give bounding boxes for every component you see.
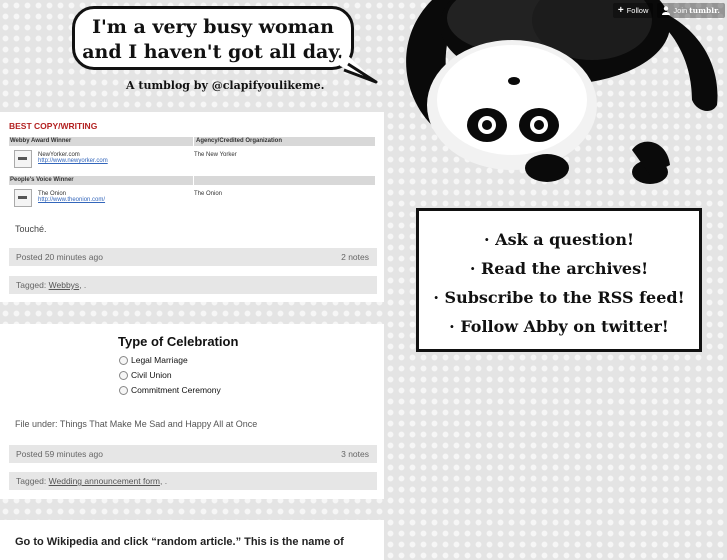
rss-feed-link[interactable]: · Subscribe to the RSS feed! <box>419 283 699 312</box>
radio-label: Legal Marriage <box>131 355 188 365</box>
follow-button[interactable]: + Follow <box>612 3 654 18</box>
post-meta-bar: Posted 59 minutes ago 3 notes <box>9 445 377 463</box>
ask-question-link[interactable]: · Ask a question! <box>419 225 699 254</box>
site-thumbnail-icon <box>14 150 32 168</box>
panda-illustration-icon <box>406 0 718 184</box>
site-url-link[interactable]: http://www.newyorker.com <box>38 158 108 164</box>
twitter-link[interactable]: · Follow Abby on twitter! <box>419 312 699 341</box>
speech-bubble-tail-icon <box>340 50 378 84</box>
tag-link[interactable]: Wedding announcement form <box>49 476 160 486</box>
table-row: The Onion http://www.theonion.com/ The O… <box>9 187 375 215</box>
tag-suffix: , . <box>159 476 168 486</box>
radio-option-civil-union[interactable]: Civil Union <box>119 370 172 380</box>
post-caption: Touché. <box>15 224 47 234</box>
site-url-link[interactable]: http://www.theonion.com/ <box>38 197 105 203</box>
column-header-winner: Webby Award Winner <box>9 137 194 146</box>
radio-option-commitment-ceremony[interactable]: Commitment Ceremony <box>119 385 221 395</box>
post-timestamp-link[interactable]: Posted 20 minutes ago <box>16 252 103 262</box>
award-table: Webby Award Winner Agency/Credited Organ… <box>9 137 375 215</box>
award-heading: BEST COPY/WRITING <box>9 121 98 131</box>
plus-icon: + <box>617 5 624 16</box>
follow-label: Follow <box>626 6 649 15</box>
user-icon <box>662 6 671 15</box>
table-header-row: Webby Award Winner Agency/Credited Organ… <box>9 137 375 146</box>
main-column: I'm a very busy woman and I haven't got … <box>0 0 384 560</box>
archives-link[interactable]: · Read the archives! <box>419 254 699 283</box>
form-title: Type of Celebration <box>118 334 239 349</box>
blog-title-line-2: and I haven't got all day. <box>82 41 344 63</box>
radio-button[interactable] <box>119 385 128 395</box>
join-tumblr-button[interactable]: Join tumblr. <box>657 3 725 18</box>
post-notes-link[interactable]: 3 notes <box>341 445 369 463</box>
blog-tagline: A tumblog by @clapifyoulikeme. <box>126 79 325 92</box>
site-organization: The Onion <box>194 191 223 197</box>
post-timestamp-link[interactable]: Posted 59 minutes ago <box>16 449 103 459</box>
post-text: Go to Wikipedia and click “random articl… <box>15 536 344 548</box>
blog-title-line-1: I'm a very busy woman <box>92 16 334 38</box>
tag-suffix: , . <box>79 280 87 290</box>
radio-button[interactable] <box>119 355 128 365</box>
tag-link[interactable]: Webbys <box>49 280 80 290</box>
title-speech-bubble[interactable]: I'm a very busy woman and I haven't got … <box>72 6 354 70</box>
post-caption: File under: Things That Make Me Sad and … <box>15 419 258 429</box>
table-section-header: People's Voice Winner <box>9 176 375 185</box>
column-header-agency: Agency/Credited Organization <box>196 138 283 144</box>
post-tags-bar: Tagged: Wedding announcement form, . <box>9 472 377 490</box>
radio-label: Civil Union <box>131 370 172 380</box>
tumblr-brand: tumblr. <box>689 6 720 15</box>
sidebar-links-box: · Ask a question! · Read the archives! ·… <box>416 208 702 352</box>
post-tags-bar: Tagged: Webbys, . <box>9 276 377 294</box>
tumblr-controls: + Follow Join tumblr. <box>612 3 725 18</box>
post-wedding-form: Type of Celebration Legal Marriage Civil… <box>0 324 384 499</box>
tagged-label: Tagged: <box>16 476 47 486</box>
join-label: Join <box>673 6 688 15</box>
post-meta-bar: Posted 20 minutes ago 2 notes <box>9 248 377 266</box>
blog-header: I'm a very busy woman and I haven't got … <box>0 0 384 100</box>
site-thumbnail-icon <box>14 189 32 207</box>
section-header-peoples-voice: People's Voice Winner <box>9 176 194 185</box>
table-row: NewYorker.com http://www.newyorker.com T… <box>9 148 375 176</box>
tagged-label: Tagged: <box>16 280 47 290</box>
site-organization: The New Yorker <box>194 152 237 158</box>
post-wikipedia: Go to Wikipedia and click “random articl… <box>0 520 384 560</box>
post-notes-link[interactable]: 2 notes <box>341 248 369 266</box>
radio-option-legal-marriage[interactable]: Legal Marriage <box>119 355 188 365</box>
radio-label: Commitment Ceremony <box>131 385 221 395</box>
radio-button[interactable] <box>119 370 128 380</box>
post-webbys: BEST COPY/WRITING Webby Award Winner Age… <box>0 112 384 302</box>
